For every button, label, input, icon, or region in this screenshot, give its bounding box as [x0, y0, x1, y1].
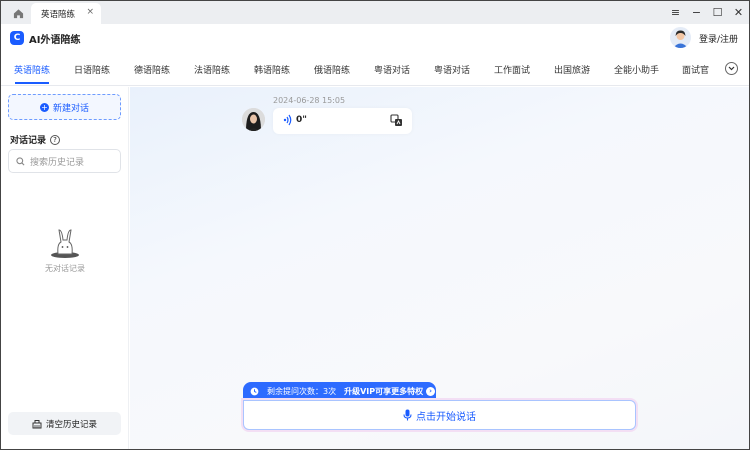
voice-duration: 0": [296, 115, 307, 125]
translate-icon[interactable]: [390, 114, 403, 127]
upgrade-vip-link[interactable]: 升级VIP可享更多特权 ›: [344, 386, 436, 397]
user-avatar[interactable]: [670, 27, 691, 48]
nav-item-german[interactable]: 德语陪练: [134, 63, 170, 76]
chevron-down-icon[interactable]: [725, 62, 738, 75]
minimize-icon[interactable]: −: [686, 1, 707, 24]
start-speaking-label: 点击开始说话: [416, 411, 476, 423]
clock-icon: [250, 387, 259, 395]
nav-item-assistant[interactable]: 全能小助手: [614, 63, 659, 76]
tab-title: 英语陪练: [41, 9, 76, 20]
nav-item-french[interactable]: 法语陪练: [194, 63, 230, 76]
title-bar: 英语陪练 × ≡ − ☐ ✕: [1, 1, 749, 24]
nav-item-russian[interactable]: 俄语陪练: [314, 63, 350, 76]
clear-history-label: 清空历史记录: [45, 419, 97, 430]
nav-item-japanese[interactable]: 日语陪练: [74, 63, 110, 76]
voice-message-bubble[interactable]: 0": [273, 108, 412, 134]
message-timestamp: 2024-06-28 15:05: [273, 96, 346, 105]
history-title-text: 对话记录: [10, 136, 47, 146]
nav-item-interviewer[interactable]: 面试官: [682, 63, 709, 76]
maximize-icon[interactable]: ☐: [707, 1, 728, 24]
upgrade-vip-label: 升级VIP可享更多特权: [344, 386, 424, 396]
category-nav: 英语陪练 日语陪练 德语陪练 法语陪练 韩语陪练 俄语陪练 粤语对话 粤语对话 …: [1, 53, 749, 86]
start-speaking-button[interactable]: 点击开始说话: [243, 400, 636, 430]
nav-item-korean[interactable]: 韩语陪练: [254, 63, 290, 76]
close-icon[interactable]: ✕: [728, 1, 749, 24]
chat-area: 2024-06-28 15:05 0" 剩余提问次数：3次 升级VIP可享更多特…: [130, 87, 749, 449]
empty-rabbit-icon: [49, 227, 81, 262]
app-header: C AI外语陪练 登录/注册: [1, 24, 749, 53]
app-window: 英语陪练 × ≡ − ☐ ✕ C AI外语陪练 登录/注册 英语陪练 日语陪练 …: [0, 0, 750, 450]
tutor-avatar: [242, 108, 265, 131]
tab-english-practice[interactable]: 英语陪练 ×: [31, 3, 101, 24]
nav-item-job-interview[interactable]: 工作面试: [494, 63, 530, 76]
nav-item-cantonese-1[interactable]: 粤语对话: [374, 63, 410, 76]
search-icon: [16, 156, 25, 165]
nav-item-english[interactable]: 英语陪练: [14, 63, 50, 76]
help-icon[interactable]: ?: [50, 134, 61, 145]
sidebar: + 新建对话 对话记录 ? 搜索历史记录 无对话记录 清空历史记录: [1, 87, 129, 449]
nav-item-cantonese-2[interactable]: 粤语对话: [434, 63, 470, 76]
remaining-quota: 剩余提问次数：3次: [267, 386, 337, 396]
home-icon[interactable]: [9, 4, 27, 22]
empty-history-text: 无对话记录: [45, 264, 85, 273]
voice-wave-icon: [283, 114, 292, 126]
broom-icon: [32, 419, 42, 428]
app-title: AI外语陪练: [29, 35, 81, 46]
new-chat-button[interactable]: + 新建对话: [8, 94, 121, 120]
window-controls: ≡ − ☐ ✕: [665, 1, 749, 24]
login-register-link[interactable]: 登录/注册: [699, 32, 738, 45]
new-chat-label: 新建对话: [52, 103, 89, 114]
app-logo-icon: C: [10, 31, 24, 45]
nav-item-travel[interactable]: 出国旅游: [554, 63, 590, 76]
microphone-icon: [403, 409, 412, 421]
tab-close-icon[interactable]: ×: [86, 7, 94, 17]
quota-banner: 剩余提问次数：3次 升级VIP可享更多特权 ›: [243, 382, 436, 400]
history-search-input[interactable]: 搜索历史记录: [8, 149, 121, 173]
plus-icon: +: [39, 102, 49, 112]
clear-history-button[interactable]: 清空历史记录: [8, 412, 121, 435]
menu-icon[interactable]: ≡: [665, 1, 686, 24]
history-title: 对话记录 ?: [10, 133, 61, 146]
active-tab-indicator: [15, 82, 49, 84]
arrow-right-icon: ›: [426, 386, 436, 396]
search-placeholder: 搜索历史记录: [30, 157, 85, 168]
